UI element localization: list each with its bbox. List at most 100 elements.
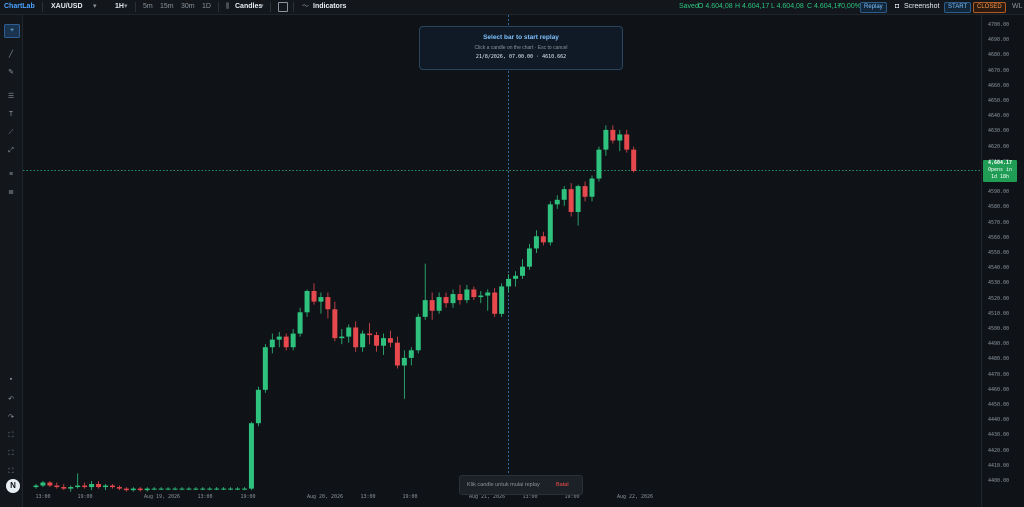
- candle[interactable]: [464, 284, 470, 304]
- indicators-button[interactable]: Indicators: [313, 0, 346, 14]
- candle[interactable]: [248, 421, 254, 491]
- candle[interactable]: [228, 487, 234, 491]
- candle[interactable]: [54, 482, 60, 489]
- candle[interactable]: [318, 292, 324, 314]
- candle[interactable]: [137, 487, 143, 492]
- measure-icon[interactable]: ⤢: [4, 145, 18, 157]
- candle[interactable]: [561, 186, 567, 206]
- chart-type-selector[interactable]: Candles: [235, 0, 262, 14]
- settings-icon[interactable]: ⛶: [4, 466, 18, 478]
- brush-icon[interactable]: ✎: [4, 67, 18, 79]
- lock-icon[interactable]: ≣: [4, 187, 18, 199]
- candle[interactable]: [235, 487, 241, 491]
- candle[interactable]: [325, 292, 331, 319]
- candle[interactable]: [207, 487, 213, 491]
- candle[interactable]: [158, 487, 164, 491]
- text-icon[interactable]: T: [4, 109, 18, 121]
- start-button[interactable]: START: [944, 2, 972, 13]
- candle[interactable]: [499, 283, 505, 317]
- candle[interactable]: [631, 146, 637, 173]
- candle[interactable]: [165, 487, 171, 491]
- fib-icon[interactable]: ☰: [4, 91, 18, 103]
- candle[interactable]: [116, 485, 122, 491]
- candle[interactable]: [255, 386, 261, 427]
- screenshot-button[interactable]: Screenshot: [904, 0, 939, 14]
- candle[interactable]: [506, 274, 512, 293]
- timeframe-30m[interactable]: 30m: [181, 0, 195, 14]
- candle[interactable]: [360, 330, 366, 352]
- candle[interactable]: [33, 484, 39, 489]
- timeframe-1d[interactable]: 1D: [202, 0, 211, 14]
- candle[interactable]: [200, 487, 206, 491]
- candle[interactable]: [443, 292, 449, 308]
- candle[interactable]: [374, 332, 380, 352]
- candle[interactable]: [123, 487, 129, 492]
- timeframe-5m[interactable]: 5m: [143, 0, 153, 14]
- candle[interactable]: [533, 230, 539, 253]
- chevron-down-icon[interactable]: ▾: [260, 0, 264, 14]
- candle[interactable]: [547, 201, 553, 246]
- candle[interactable]: [520, 259, 525, 279]
- candle[interactable]: [82, 482, 88, 489]
- candle[interactable]: [144, 487, 150, 492]
- candle[interactable]: [624, 129, 630, 153]
- candle[interactable]: [408, 347, 414, 366]
- candle[interactable]: [589, 175, 595, 202]
- candle[interactable]: [96, 481, 102, 489]
- candle[interactable]: [193, 487, 199, 491]
- candle[interactable]: [492, 287, 498, 317]
- candle[interactable]: [262, 344, 268, 393]
- chevron-down-icon[interactable]: ▾: [124, 0, 128, 14]
- candle[interactable]: [297, 307, 303, 337]
- candle[interactable]: [478, 291, 484, 304]
- candle[interactable]: [485, 289, 491, 311]
- candle[interactable]: [582, 181, 588, 202]
- candle[interactable]: [387, 330, 393, 348]
- candle[interactable]: [367, 322, 373, 345]
- price-axis[interactable]: 4700.00 4690.00 4680.00 4670.00 4660.00 4650.…: [981, 15, 1024, 507]
- trash-icon[interactable]: ▪: [4, 374, 18, 386]
- candle[interactable]: [151, 487, 157, 491]
- redo-icon[interactable]: ↷: [4, 412, 18, 424]
- candle[interactable]: [214, 487, 220, 491]
- candle[interactable]: [332, 301, 338, 342]
- ruler-icon[interactable]: ⟋: [4, 127, 18, 139]
- candle[interactable]: [568, 183, 574, 217]
- cancel-button[interactable]: Batal: [556, 476, 569, 494]
- candle[interactable]: [276, 332, 282, 348]
- undo-icon[interactable]: ↶: [4, 394, 18, 406]
- candle[interactable]: [353, 321, 359, 352]
- candle[interactable]: [429, 292, 435, 320]
- candle[interactable]: [172, 487, 178, 491]
- candle[interactable]: [596, 146, 602, 182]
- app-logo[interactable]: ChartLab: [4, 0, 35, 14]
- candle[interactable]: [179, 487, 185, 491]
- candle[interactable]: [394, 336, 400, 369]
- candle[interactable]: [47, 481, 53, 488]
- candle[interactable]: [450, 289, 456, 308]
- candle[interactable]: [603, 125, 609, 156]
- candle[interactable]: [68, 485, 74, 492]
- timeframe-15m[interactable]: 15m: [160, 0, 174, 14]
- candle[interactable]: [346, 324, 352, 343]
- candle[interactable]: [610, 125, 616, 144]
- candle[interactable]: [61, 484, 67, 491]
- app-badge-icon[interactable]: N: [6, 479, 20, 493]
- watchlist-button[interactable]: WL: [1012, 0, 1023, 14]
- candle[interactable]: [89, 481, 95, 491]
- candle[interactable]: [130, 487, 136, 492]
- candle[interactable]: [471, 286, 477, 301]
- compare-checkbox[interactable]: [278, 2, 288, 12]
- symbol-selector[interactable]: XAU/USD: [51, 0, 83, 14]
- candle[interactable]: [186, 487, 192, 491]
- crosshair-icon[interactable]: +: [4, 24, 20, 38]
- candle[interactable]: [269, 333, 275, 354]
- candle[interactable]: [40, 481, 46, 488]
- candle[interactable]: [109, 484, 115, 489]
- candle[interactable]: [540, 231, 546, 246]
- interval-selector[interactable]: 1H: [115, 0, 124, 14]
- candle[interactable]: [575, 184, 581, 226]
- candle[interactable]: [526, 243, 532, 270]
- candle[interactable]: [75, 473, 81, 489]
- candle[interactable]: [221, 487, 227, 491]
